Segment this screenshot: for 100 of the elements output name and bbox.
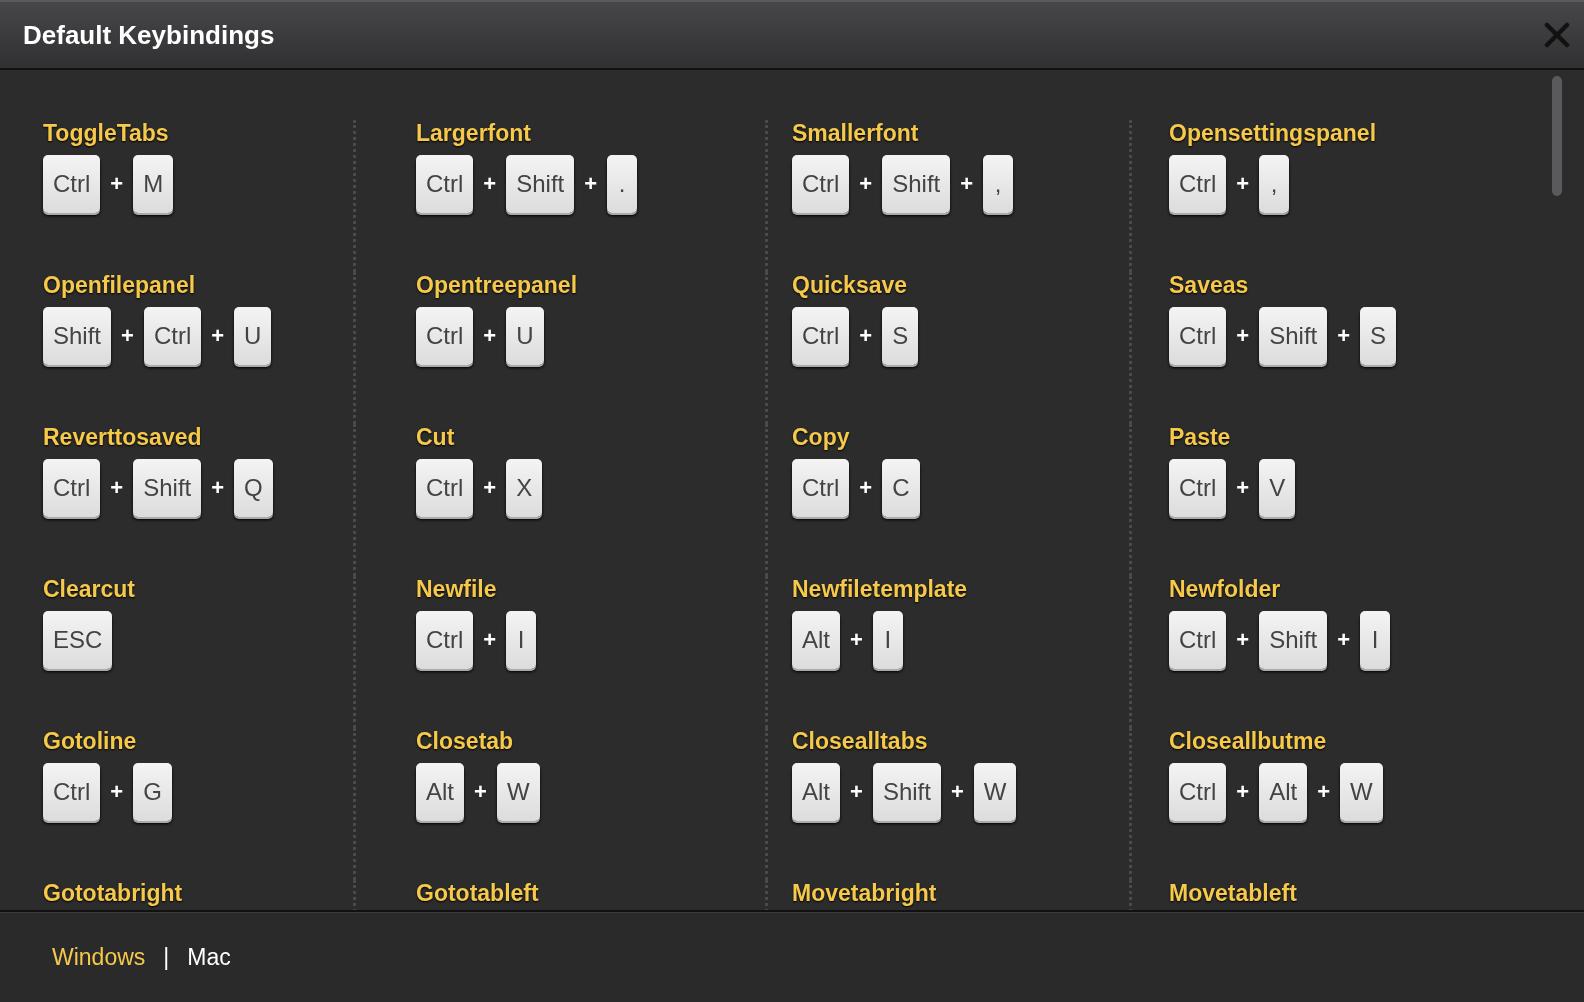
- key-cap: M: [133, 155, 174, 213]
- plus-sign: +: [859, 171, 873, 197]
- plus-sign: +: [483, 627, 497, 653]
- action-label: Copy: [792, 424, 850, 451]
- plus-sign: +: [960, 171, 974, 197]
- plus-sign: +: [859, 323, 873, 349]
- action-label: Opentreepanel: [416, 272, 578, 299]
- plus-sign: +: [483, 475, 497, 501]
- key-cap: Ctrl: [1169, 611, 1227, 669]
- key-cap: I: [1360, 611, 1391, 669]
- key-cap: Shift: [506, 155, 575, 213]
- plus-sign: +: [110, 475, 124, 501]
- key-cap: G: [133, 763, 172, 821]
- key-cap: S: [882, 307, 919, 365]
- key-cap: V: [1259, 459, 1296, 517]
- separator: |: [163, 943, 170, 971]
- action-label: ToggleTabs: [43, 120, 169, 147]
- key-cap: Alt: [792, 611, 840, 669]
- key-cap: I: [506, 611, 537, 669]
- platform-tab[interactable]: Mac: [187, 943, 231, 971]
- plus-sign: +: [850, 627, 863, 653]
- key-cap: Ctrl: [416, 155, 474, 213]
- key-cap: Ctrl: [416, 459, 474, 517]
- key-cap: Ctrl: [1169, 763, 1227, 821]
- plus-sign: +: [483, 323, 497, 349]
- key-cap: Ctrl: [43, 459, 101, 517]
- key-cap: W: [973, 763, 1017, 821]
- window-title: Default Keybindings: [23, 19, 275, 51]
- action-label: Newfiletemplate: [792, 576, 968, 603]
- action-label: Closealltabs: [792, 728, 928, 755]
- plus-sign: +: [211, 323, 225, 349]
- action-label: Movetableft: [1169, 880, 1297, 907]
- key-cap: Ctrl: [1169, 307, 1227, 365]
- plus-sign: +: [110, 779, 124, 805]
- key-cap: C: [882, 459, 920, 517]
- key-cap: .: [607, 155, 638, 213]
- action-label: Cut: [416, 424, 455, 451]
- action-label: Gototabright: [43, 880, 183, 907]
- action-label: Paste: [1169, 424, 1231, 451]
- key-cap: Ctrl: [143, 307, 202, 365]
- plus-sign: +: [1236, 627, 1250, 653]
- action-label: Newfile: [416, 576, 497, 603]
- action-label: Clearcut: [43, 576, 136, 603]
- plus-sign: +: [1236, 323, 1250, 349]
- scrollbar-thumb[interactable]: [1552, 76, 1562, 196]
- key-cap: Shift: [1259, 611, 1328, 669]
- plus-sign: +: [950, 779, 964, 805]
- key-cap: Ctrl: [792, 459, 850, 517]
- key-cap: ,: [983, 155, 1014, 213]
- key-cap: U: [506, 307, 544, 365]
- key-cap: I: [872, 611, 903, 669]
- action-label: Largerfont: [416, 120, 531, 147]
- plus-sign: +: [859, 475, 873, 501]
- key-cap: U: [234, 307, 272, 365]
- action-label: Closetab: [416, 728, 514, 755]
- action-label: Gototableft: [416, 880, 539, 907]
- key-cap: Q: [234, 459, 273, 517]
- key-cap: Shift: [872, 763, 941, 821]
- key-cap: Shift: [882, 155, 951, 213]
- action-label: Opensettingspanel: [1169, 120, 1377, 147]
- action-label: Newfolder: [1169, 576, 1281, 603]
- plus-sign: +: [1236, 779, 1250, 805]
- close-button[interactable]: [1544, 22, 1570, 48]
- key-cap: ,: [1259, 155, 1290, 213]
- key-cap: Ctrl: [416, 307, 474, 365]
- plus-sign: +: [483, 171, 497, 197]
- plus-sign: +: [850, 779, 863, 805]
- key-cap: Shift: [1259, 307, 1328, 365]
- action-label: Saveas: [1169, 272, 1249, 299]
- key-cap: Ctrl: [43, 763, 101, 821]
- key-cap: Shift: [43, 307, 112, 365]
- key-cap: Ctrl: [43, 155, 101, 213]
- plus-sign: +: [110, 171, 124, 197]
- action-label: Closeallbutme: [1169, 728, 1327, 755]
- plus-sign: +: [1337, 323, 1351, 349]
- key-cap: Ctrl: [416, 611, 474, 669]
- plus-sign: +: [474, 779, 487, 805]
- key-cap: Ctrl: [1169, 155, 1227, 213]
- plus-sign: +: [1317, 779, 1331, 805]
- key-cap: Ctrl: [792, 307, 850, 365]
- key-cap: Ctrl: [1169, 459, 1227, 517]
- plus-sign: +: [211, 475, 225, 501]
- plus-sign: +: [584, 171, 598, 197]
- key-cap: Alt: [792, 763, 840, 821]
- key-cap: ESC: [43, 611, 113, 669]
- plus-sign: +: [121, 323, 134, 349]
- action-label: Reverttosaved: [43, 424, 202, 451]
- close-icon: [1544, 22, 1570, 48]
- plus-sign: +: [1337, 627, 1351, 653]
- key-cap: Alt: [416, 763, 464, 821]
- key-cap: X: [506, 459, 543, 517]
- platform-tab[interactable]: Windows: [52, 943, 146, 971]
- key-cap: S: [1360, 307, 1397, 365]
- key-cap: Shift: [133, 459, 202, 517]
- plus-sign: +: [1236, 171, 1250, 197]
- plus-sign: +: [1236, 475, 1250, 501]
- key-cap: W: [1340, 763, 1383, 821]
- key-cap: W: [496, 763, 540, 821]
- key-cap: Ctrl: [792, 155, 850, 213]
- action-label: Openfilepanel: [43, 272, 196, 299]
